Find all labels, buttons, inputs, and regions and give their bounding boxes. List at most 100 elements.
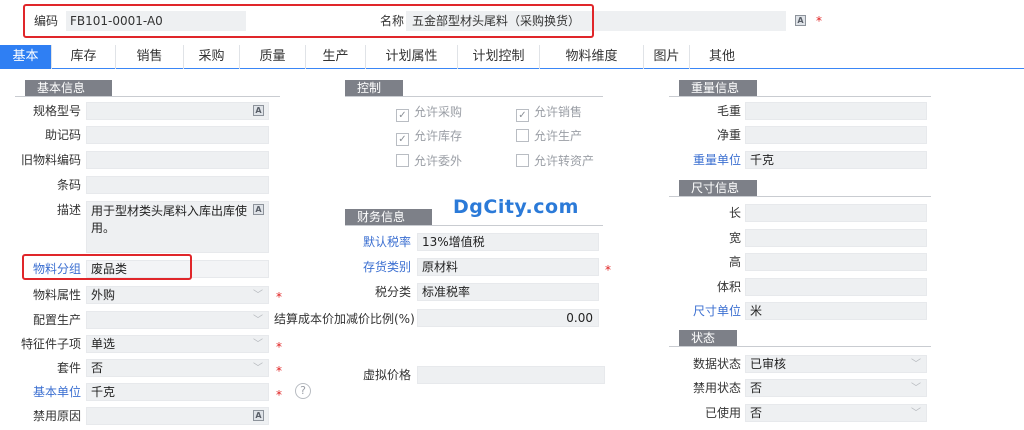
checkbox-icon bbox=[396, 154, 409, 167]
weight-unit-label[interactable]: 重量单位 bbox=[693, 151, 741, 169]
required-mark: * bbox=[276, 290, 282, 304]
section-control: 控制 bbox=[345, 80, 403, 97]
used-label: 已使用 bbox=[704, 406, 741, 420]
tab-plan-control[interactable]: 计划控制 bbox=[458, 45, 540, 69]
size-unit-field[interactable]: 米 bbox=[745, 302, 927, 320]
required-mark: * bbox=[605, 263, 611, 277]
tab-purchase[interactable]: 采购 bbox=[184, 45, 240, 69]
net-weight-field[interactable] bbox=[745, 126, 927, 144]
allow-production-checkbox[interactable]: 允许生产 bbox=[516, 128, 582, 144]
tab-quality[interactable]: 质量 bbox=[240, 45, 306, 69]
tab-other[interactable]: 其他 bbox=[690, 45, 754, 69]
inventory-type-value: 原材料 bbox=[422, 260, 459, 274]
divider bbox=[669, 346, 931, 347]
height-field[interactable] bbox=[745, 253, 927, 271]
kit-select[interactable]: 否 ﹀ bbox=[86, 359, 269, 377]
checkbox-icon: ✓ bbox=[396, 133, 409, 146]
data-status-label: 数据状态 bbox=[692, 357, 741, 371]
allow-asset-checkbox[interactable]: 允许转资产 bbox=[516, 153, 594, 169]
tab-sales[interactable]: 销售 bbox=[116, 45, 184, 69]
mnemonic-field[interactable] bbox=[86, 126, 269, 144]
tab-inventory[interactable]: 库存 bbox=[52, 45, 116, 69]
size-unit-label[interactable]: 尺寸单位 bbox=[693, 302, 741, 320]
spec-label: 规格型号 bbox=[32, 104, 81, 118]
allow-inventory-checkbox[interactable]: ✓ 允许库存 bbox=[396, 128, 462, 146]
checkbox-icon: ✓ bbox=[396, 109, 409, 122]
tab-material-dimension[interactable]: 物料维度 bbox=[540, 45, 644, 69]
attr-value: 外购 bbox=[91, 288, 116, 302]
section-status: 状态 bbox=[679, 330, 737, 347]
tax-class-value: 标准税率 bbox=[422, 285, 471, 299]
disable-reason-field[interactable]: A bbox=[86, 407, 269, 425]
attr-select[interactable]: 外购 ﹀ bbox=[86, 286, 269, 304]
length-field[interactable] bbox=[745, 204, 927, 222]
allow-purchase-checkbox[interactable]: ✓ 允许采购 bbox=[396, 104, 462, 122]
required-mark: * bbox=[276, 340, 282, 354]
help-icon[interactable]: ? bbox=[295, 383, 311, 399]
feature-label: 特征件子项 bbox=[20, 337, 81, 351]
text-a-icon[interactable]: A bbox=[795, 15, 806, 26]
disabled-status-value: 否 bbox=[750, 381, 763, 395]
section-weight: 重量信息 bbox=[679, 80, 757, 97]
dropdown-arrow-icon: ﹀ bbox=[911, 408, 921, 419]
tax-rate-field[interactable]: 13%增值税 bbox=[417, 233, 599, 251]
config-select[interactable]: ﹀ bbox=[86, 311, 269, 329]
weight-unit-field[interactable]: 千克 bbox=[745, 151, 927, 169]
tab-production[interactable]: 生产 bbox=[306, 45, 366, 69]
dropdown-arrow-icon: ﹀ bbox=[253, 290, 263, 301]
used-value: 否 bbox=[750, 406, 763, 420]
text-a-icon[interactable]: A bbox=[253, 204, 264, 215]
virtual-price-field[interactable] bbox=[417, 366, 605, 384]
feature-value: 单选 bbox=[91, 337, 116, 351]
tab-basic[interactable]: 基本 bbox=[0, 45, 52, 69]
checkbox-label: 允许销售 bbox=[534, 105, 583, 119]
tab-plan-attributes[interactable]: 计划属性 bbox=[366, 45, 458, 69]
kit-label: 套件 bbox=[56, 361, 81, 375]
spec-field[interactable]: A bbox=[86, 102, 269, 120]
dropdown-arrow-icon: ﹀ bbox=[253, 339, 263, 350]
disabled-status-label: 禁用状态 bbox=[692, 381, 741, 395]
highlight-box-group bbox=[22, 254, 192, 280]
used-select[interactable]: 否 ﹀ bbox=[745, 404, 927, 422]
divider bbox=[345, 225, 603, 226]
checkbox-label: 允许生产 bbox=[534, 129, 583, 143]
section-finance: 财务信息 bbox=[345, 209, 432, 226]
width-field[interactable] bbox=[745, 229, 927, 247]
required-mark: * bbox=[816, 14, 822, 28]
inventory-type-label[interactable]: 存货类别 bbox=[363, 258, 411, 276]
width-label: 宽 bbox=[728, 231, 741, 245]
size-unit-value: 米 bbox=[750, 304, 763, 318]
tab-images[interactable]: 图片 bbox=[644, 45, 690, 69]
divider bbox=[669, 96, 931, 97]
cost-ratio-field[interactable]: 0.00 bbox=[417, 309, 599, 327]
checkbox-label: 允许委外 bbox=[414, 154, 463, 168]
unit-field[interactable]: 千克 bbox=[86, 383, 269, 401]
allow-outsource-checkbox[interactable]: 允许委外 bbox=[396, 153, 462, 169]
desc-value: 用于型材类头尾料入库出库使用。 bbox=[91, 204, 248, 235]
barcode-field[interactable] bbox=[86, 176, 269, 194]
text-a-icon[interactable]: A bbox=[253, 410, 264, 421]
desc-label: 描述 bbox=[56, 203, 81, 217]
gross-weight-field[interactable] bbox=[745, 102, 927, 120]
disabled-status-select[interactable]: 否 ﹀ bbox=[745, 379, 927, 397]
divider bbox=[15, 96, 280, 97]
watermark: DgCity.com bbox=[453, 196, 579, 218]
checkbox-icon bbox=[516, 129, 529, 142]
length-label: 长 bbox=[728, 206, 741, 220]
data-status-select[interactable]: 已审核 ﹀ bbox=[745, 355, 927, 373]
height-label: 高 bbox=[728, 255, 741, 269]
text-a-icon[interactable]: A bbox=[253, 105, 264, 116]
allow-sales-checkbox[interactable]: ✓ 允许销售 bbox=[516, 104, 582, 122]
desc-field[interactable]: 用于型材类头尾料入库出库使用。 A bbox=[86, 201, 269, 253]
volume-field[interactable] bbox=[745, 278, 927, 296]
section-size: 尺寸信息 bbox=[679, 180, 757, 197]
old-code-field[interactable] bbox=[86, 151, 269, 169]
divider bbox=[669, 196, 931, 197]
feature-select[interactable]: 单选 ﹀ bbox=[86, 335, 269, 353]
section-basic-info: 基本信息 bbox=[25, 80, 112, 97]
tax-rate-label[interactable]: 默认税率 bbox=[363, 233, 411, 251]
tax-class-field[interactable]: 标准税率 bbox=[417, 283, 599, 301]
net-weight-label: 净重 bbox=[716, 128, 741, 142]
unit-label[interactable]: 基本单位 bbox=[33, 383, 81, 401]
inventory-type-field[interactable]: 原材料 bbox=[417, 258, 599, 276]
